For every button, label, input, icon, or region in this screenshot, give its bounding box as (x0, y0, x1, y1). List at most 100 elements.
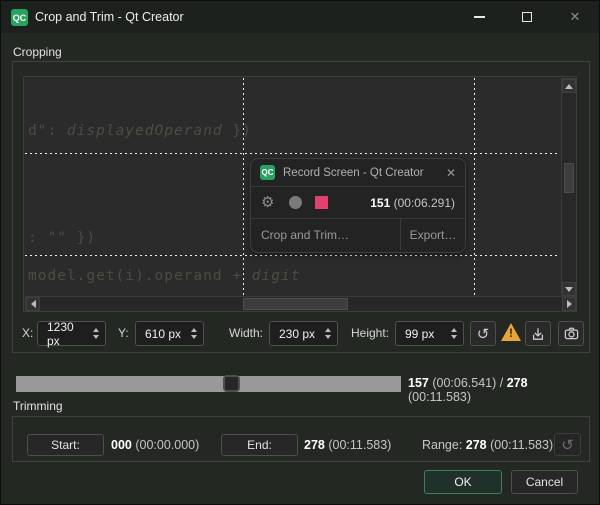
range-time: (00:11.583) (487, 438, 553, 452)
start-time: (00:00.000) (132, 438, 199, 452)
arrow-left-icon (31, 300, 36, 308)
end-frame: 278 (304, 438, 325, 452)
frame-position-slider[interactable] (16, 376, 401, 392)
scroll-left-button[interactable] (26, 297, 40, 311)
crop-guide-left[interactable] (243, 78, 244, 296)
minimize-button[interactable] (459, 1, 499, 33)
warning-icon: ! (501, 323, 521, 341)
x-label: X: (22, 320, 33, 346)
mini-footer: Crop and Trim… Export… (251, 219, 465, 250)
stop-icon (315, 196, 328, 209)
preview-code-line: model.get(i).operand + digit (28, 268, 300, 284)
code-text: digit (252, 268, 301, 284)
horizontal-scrollbar[interactable] (25, 296, 577, 312)
height-label: Height: (351, 320, 389, 346)
titlebar[interactable]: QC Crop and Trim - Qt Creator ✕ (1, 1, 600, 33)
reset-trim-button[interactable]: ↺ (554, 433, 581, 456)
vertical-scrollbar-thumb[interactable] (564, 163, 574, 193)
code-text: d": (28, 123, 67, 139)
undo-icon: ↺ (561, 436, 574, 454)
preview-code-line: : "" }) (28, 230, 96, 246)
code-text: displayedOperand (67, 123, 223, 139)
x-value[interactable]: 1230 px (38, 320, 89, 348)
spin-down-icon[interactable] (93, 335, 99, 339)
cropping-group-label: Cropping (13, 45, 62, 59)
frame-time: (00:06.291) (394, 196, 455, 210)
warning-triangle: ! (501, 323, 521, 341)
spin-up-icon[interactable] (191, 328, 197, 332)
minimize-icon (474, 16, 485, 18)
trim-end-button[interactable]: End: (221, 434, 298, 456)
crop-guide-top[interactable] (25, 153, 560, 154)
recorded-screen-snapshot: QC Record Screen - Qt Creator ✕ ⚙ 151 (0… (250, 158, 466, 253)
spin-up-icon[interactable] (451, 328, 457, 332)
x-spinbox[interactable]: 1230 px (37, 321, 106, 346)
spin-down-icon[interactable] (451, 335, 457, 339)
scroll-right-button[interactable] (562, 297, 576, 311)
mini-window-title: Record Screen - Qt Creator (283, 167, 440, 179)
qt-creator-logo-icon: QC (260, 165, 275, 180)
scroll-down-button[interactable] (562, 282, 576, 296)
crop-guide-right[interactable] (474, 78, 475, 296)
current-frame: 157 (408, 376, 429, 390)
trim-range-value: Range: 278 (00:11.583) (422, 434, 553, 456)
width-value[interactable]: 230 px (270, 327, 321, 341)
trim-start-button[interactable]: Start: (27, 434, 104, 456)
arrow-right-icon (567, 300, 572, 308)
qt-creator-logo-icon: QC (11, 9, 28, 26)
height-value[interactable]: 99 px (396, 327, 447, 341)
download-icon (530, 326, 546, 342)
mini-controls-row: ⚙ 151 (00:06.291) (251, 187, 465, 219)
y-label: Y: (118, 320, 129, 346)
close-icon: ✕ (570, 9, 581, 25)
trim-start-value: 000 (00:00.000) (111, 434, 199, 456)
trimming-group-label: Trimming (13, 399, 63, 413)
y-value[interactable]: 610 px (136, 327, 187, 341)
width-spinbox[interactable]: 230 px (269, 321, 338, 346)
slider-handle[interactable] (223, 375, 240, 392)
start-frame: 000 (111, 438, 132, 452)
spin-down-icon[interactable] (191, 335, 197, 339)
end-time: (00:11.583) (325, 438, 391, 452)
maximize-icon (522, 12, 532, 22)
exclamation-mark: ! (501, 326, 521, 340)
code-text: model.get(i).operand + (28, 268, 252, 284)
close-button[interactable]: ✕ (555, 1, 595, 33)
maximize-button[interactable] (507, 1, 547, 33)
frame-number: 151 (370, 196, 390, 210)
scroll-up-button[interactable] (562, 79, 576, 93)
preview-code-line: d": displayedOperand }) (28, 123, 252, 139)
height-spinbox[interactable]: 99 px (395, 321, 464, 346)
ok-button[interactable]: OK (424, 470, 502, 494)
cancel-button[interactable]: Cancel (511, 470, 578, 494)
trim-end-value: 278 (00:11.583) (304, 434, 391, 456)
code-text: }) (223, 123, 252, 139)
arrow-down-icon (565, 287, 573, 292)
crop-and-trim-dialog: QC Crop and Trim - Qt Creator ✕ Cropping… (0, 0, 600, 505)
mini-frame-counter: 151 (00:06.291) (328, 196, 455, 210)
y-spinbox[interactable]: 610 px (135, 321, 204, 346)
crop-preview-viewport[interactable]: d": displayedOperand }) : "" }) model.ge… (23, 76, 577, 312)
camera-icon (563, 325, 580, 342)
export-frame-button[interactable] (525, 321, 551, 346)
spin-up-icon[interactable] (325, 328, 331, 332)
spin-up-icon[interactable] (93, 328, 99, 332)
screenshot-button[interactable] (558, 321, 584, 346)
undo-icon: ↺ (477, 325, 490, 343)
record-icon (289, 196, 302, 209)
mini-export-button: Export… (401, 219, 465, 250)
width-label: Width: (229, 320, 263, 346)
separator: / (496, 376, 506, 390)
spin-down-icon[interactable] (325, 335, 331, 339)
reset-crop-button[interactable]: ↺ (470, 321, 496, 346)
current-time: (00:06.541) (429, 376, 496, 390)
crop-guide-bottom[interactable] (25, 255, 560, 256)
mini-titlebar: QC Record Screen - Qt Creator ✕ (251, 159, 465, 187)
window-title: Crop and Trim - Qt Creator (35, 1, 184, 33)
total-frames: 278 (507, 376, 528, 390)
close-icon: ✕ (440, 166, 456, 180)
mini-crop-and-trim-button: Crop and Trim… (251, 219, 401, 250)
gear-icon: ⚙ (261, 195, 274, 210)
horizontal-scrollbar-thumb[interactable] (243, 298, 348, 310)
vertical-scrollbar[interactable] (561, 78, 577, 297)
